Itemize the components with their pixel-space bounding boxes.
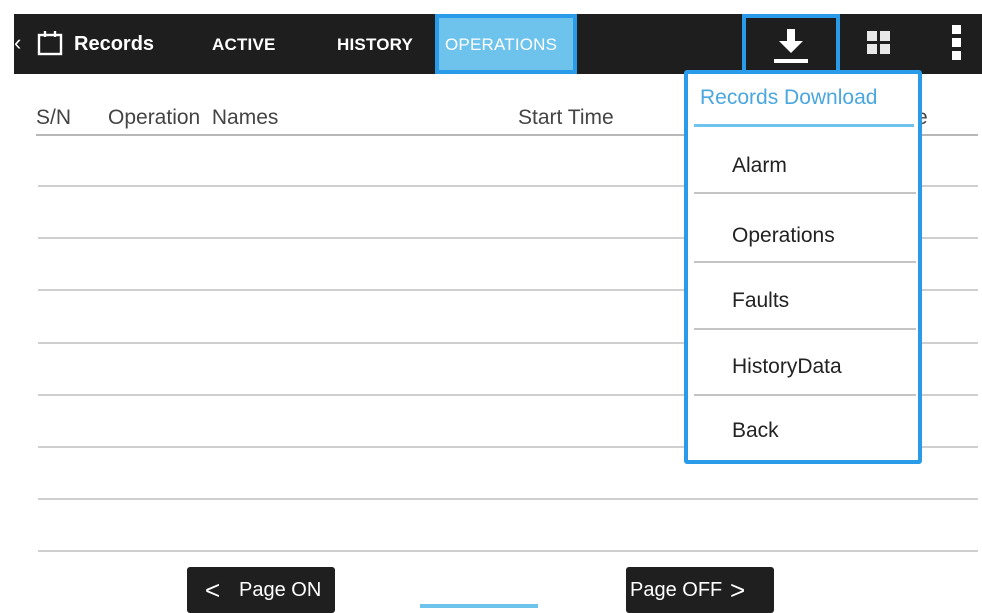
menu-item-operations[interactable]: Operations (694, 222, 916, 250)
menu-divider (694, 394, 916, 396)
column-header-operation-names: Operation Names (108, 106, 279, 129)
column-header-start-time: Start Time (518, 106, 614, 129)
page-on-button[interactable]: < Page ON (187, 567, 335, 613)
menu-item-faults[interactable]: Faults (694, 287, 916, 315)
table-row-divider (38, 498, 978, 500)
column-header-sn: S/N (36, 106, 72, 129)
page-on-label: Page ON (239, 579, 322, 601)
back-chevron-icon[interactable]: ‹ (14, 30, 26, 56)
page-off-label: Page OFF (630, 579, 723, 601)
chevron-right-icon: > (730, 575, 746, 605)
top-bar: ‹ Records ACTIVE HISTORY OPERATIONS (14, 14, 982, 74)
menu-title-divider (694, 124, 914, 127)
page-title: Records (74, 33, 155, 55)
page-indicator (420, 604, 538, 608)
tab-active[interactable]: ACTIVE (212, 32, 276, 58)
chevron-left-icon: < (205, 575, 221, 605)
download-button[interactable] (742, 14, 840, 74)
grid-icon[interactable] (866, 30, 892, 56)
menu-divider (694, 328, 916, 330)
menu-item-back[interactable]: Back (694, 417, 916, 445)
records-download-menu: Records Download Alarm Operations Faults… (684, 70, 922, 464)
download-icon (774, 29, 808, 63)
menu-divider (694, 192, 916, 194)
menu-item-alarm[interactable]: Alarm (694, 152, 916, 180)
more-vertical-icon[interactable] (950, 24, 964, 62)
menu-item-historydata[interactable]: HistoryData (694, 353, 916, 381)
tab-operations[interactable]: OPERATIONS (435, 14, 577, 74)
calendar-icon (37, 31, 63, 56)
page-off-button[interactable]: Page OFF > (626, 567, 774, 613)
tab-history[interactable]: HISTORY (337, 32, 413, 58)
menu-title: Records Download (700, 86, 878, 109)
table-row-divider (38, 550, 978, 552)
menu-divider (694, 261, 916, 263)
